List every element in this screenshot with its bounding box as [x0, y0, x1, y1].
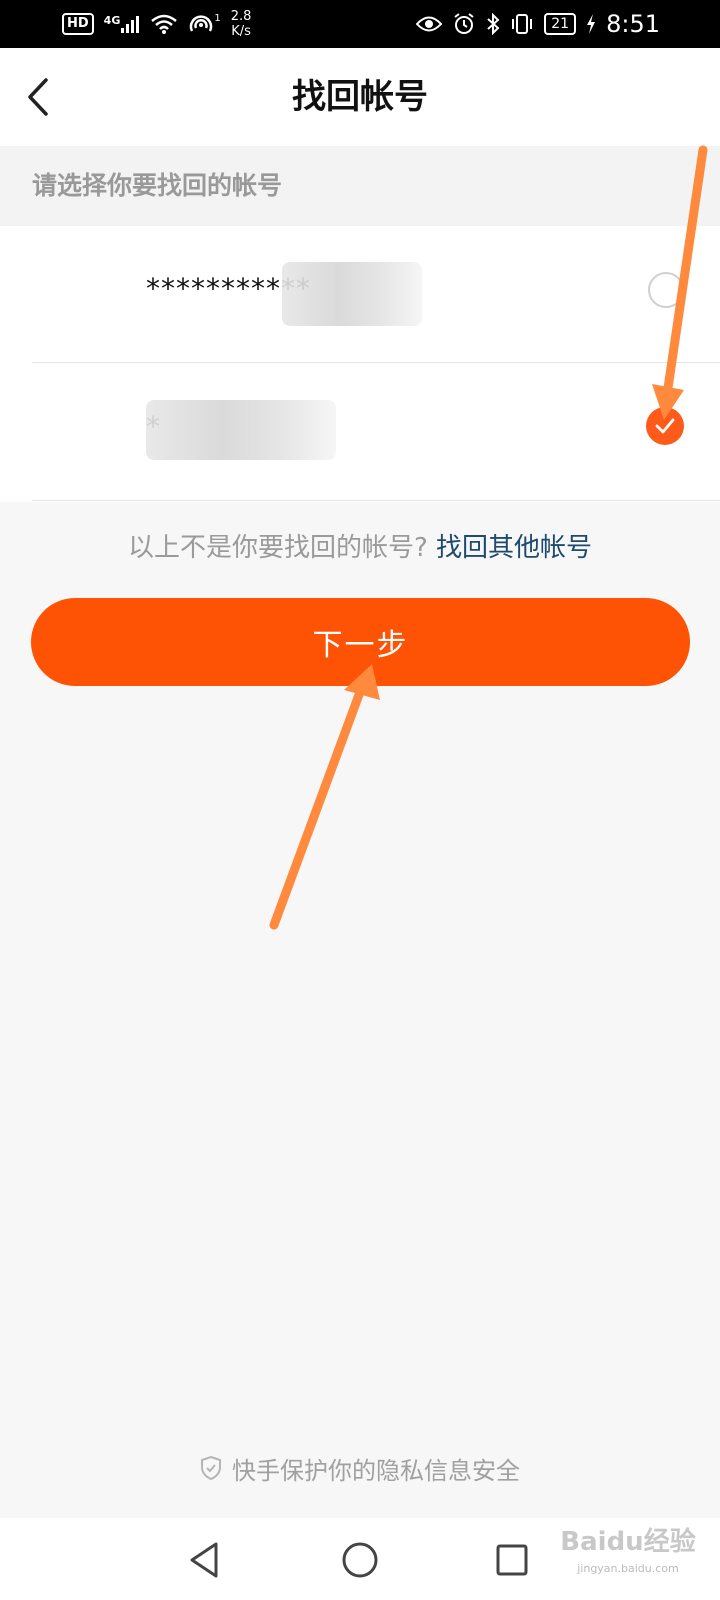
status-left: HD 4G 1 2.8 K/s: [62, 9, 251, 39]
network-type: 4G: [103, 14, 121, 27]
status-right: 21 8:51: [416, 10, 660, 38]
page-title: 找回帐号: [292, 77, 428, 117]
list-divider: [32, 362, 720, 363]
account-list: *********** *: [0, 226, 720, 502]
square-recents-icon: [496, 1544, 528, 1576]
baidu-watermark: Baidu经验 jingyan.baidu.com: [548, 1522, 708, 1596]
other-account-prompt: 以上不是你要找回的帐号? 找回其他帐号: [0, 528, 720, 568]
section-label: 请选择你要找回的帐号: [32, 171, 283, 200]
other-account-question: 以上不是你要找回的帐号?: [127, 533, 428, 563]
network-speed: 2.8 K/s: [231, 9, 252, 39]
list-divider: [32, 500, 720, 501]
triangle-back-icon: [190, 1542, 218, 1578]
status-bar: HD 4G 1 2.8 K/s 21 8:51: [0, 0, 720, 48]
privacy-text: 快手保护你的隐私信息安全: [232, 1456, 520, 1485]
next-step-button[interactable]: 下一步: [31, 598, 690, 686]
nav-home-button[interactable]: [338, 1538, 382, 1582]
recover-other-account-link[interactable]: 找回其他帐号: [436, 533, 592, 563]
radio-unselected[interactable]: [648, 272, 684, 308]
speed-value: 2.8: [230, 9, 252, 24]
clock-time: 8:51: [606, 10, 660, 38]
nav-recents-button[interactable]: [490, 1538, 534, 1582]
hotspot-count: 1: [214, 13, 221, 24]
radio-selected[interactable]: [646, 407, 684, 445]
vibrate-icon: [510, 13, 534, 35]
app-header: 找回帐号: [0, 48, 720, 146]
circle-home-icon: [342, 1542, 378, 1578]
alarm-icon: [452, 12, 476, 36]
check-icon: [655, 418, 675, 434]
account-item-1[interactable]: ***********: [0, 226, 720, 364]
nav-back-button[interactable]: [184, 1538, 228, 1582]
charging-icon: [586, 14, 596, 34]
blurred-account-mosaic: [282, 262, 422, 326]
hotspot-icon: 1: [188, 13, 221, 35]
annotation-arrow-up: [269, 664, 380, 930]
section-header: 请选择你要找回的帐号: [0, 146, 720, 226]
account-item-2[interactable]: *: [0, 364, 720, 502]
signal-icon: 4G: [104, 14, 141, 34]
wifi-icon: [150, 13, 178, 35]
watermark-url: jingyan.baidu.com: [577, 1562, 679, 1575]
privacy-note: 快手保护你的隐私信息安全: [0, 1448, 720, 1488]
shield-check-icon: [201, 1455, 221, 1481]
watermark-text: Baidu经验: [560, 1527, 696, 1557]
bluetooth-icon: [486, 13, 500, 35]
hd-badge: HD: [62, 13, 94, 35]
speed-unit: K/s: [231, 24, 251, 39]
battery-level: 21: [544, 13, 577, 35]
blurred-account-mosaic: [146, 400, 336, 460]
eye-icon: [416, 15, 443, 33]
